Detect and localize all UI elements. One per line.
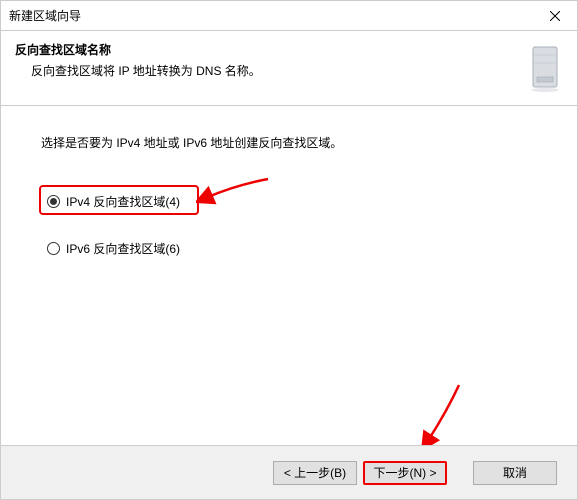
back-button[interactable]: < 上一步(B) bbox=[273, 461, 357, 485]
button-label: 取消 bbox=[503, 464, 527, 481]
radio-label: IPv4 反向查找区域(4) bbox=[66, 193, 180, 210]
wizard-footer: < 上一步(B) 下一步(N) > 取消 bbox=[1, 445, 577, 499]
radio-icon bbox=[47, 242, 60, 255]
radio-icon bbox=[47, 195, 60, 208]
radio-option-ipv6[interactable]: IPv6 反向查找区域(6) bbox=[47, 240, 537, 257]
close-icon bbox=[550, 11, 560, 21]
radio-label: IPv6 反向查找区域(6) bbox=[66, 240, 180, 257]
wizard-body: 选择是否要为 IPv4 地址或 IPv6 地址创建反向查找区域。 IPv4 反向… bbox=[1, 106, 577, 436]
cancel-button[interactable]: 取消 bbox=[473, 461, 557, 485]
close-button[interactable] bbox=[533, 1, 577, 31]
wizard-header: 反向查找区域名称 反向查找区域将 IP 地址转换为 DNS 名称。 bbox=[1, 31, 577, 106]
titlebar: 新建区域向导 bbox=[1, 1, 577, 31]
instruction-text: 选择是否要为 IPv4 地址或 IPv6 地址创建反向查找区域。 bbox=[41, 134, 537, 151]
next-button[interactable]: 下一步(N) > bbox=[363, 461, 447, 485]
radio-option-ipv4[interactable]: IPv4 反向查找区域(4) bbox=[47, 193, 537, 210]
server-icon bbox=[527, 43, 563, 93]
window-title: 新建区域向导 bbox=[9, 7, 81, 24]
button-label: 下一步(N) > bbox=[373, 464, 436, 481]
page-subtitle: 反向查找区域将 IP 地址转换为 DNS 名称。 bbox=[15, 62, 517, 79]
page-title: 反向查找区域名称 bbox=[15, 41, 517, 58]
radio-group-ip-version: IPv4 反向查找区域(4) IPv6 反向查找区域(6) bbox=[41, 193, 537, 257]
button-label: < 上一步(B) bbox=[284, 464, 346, 481]
